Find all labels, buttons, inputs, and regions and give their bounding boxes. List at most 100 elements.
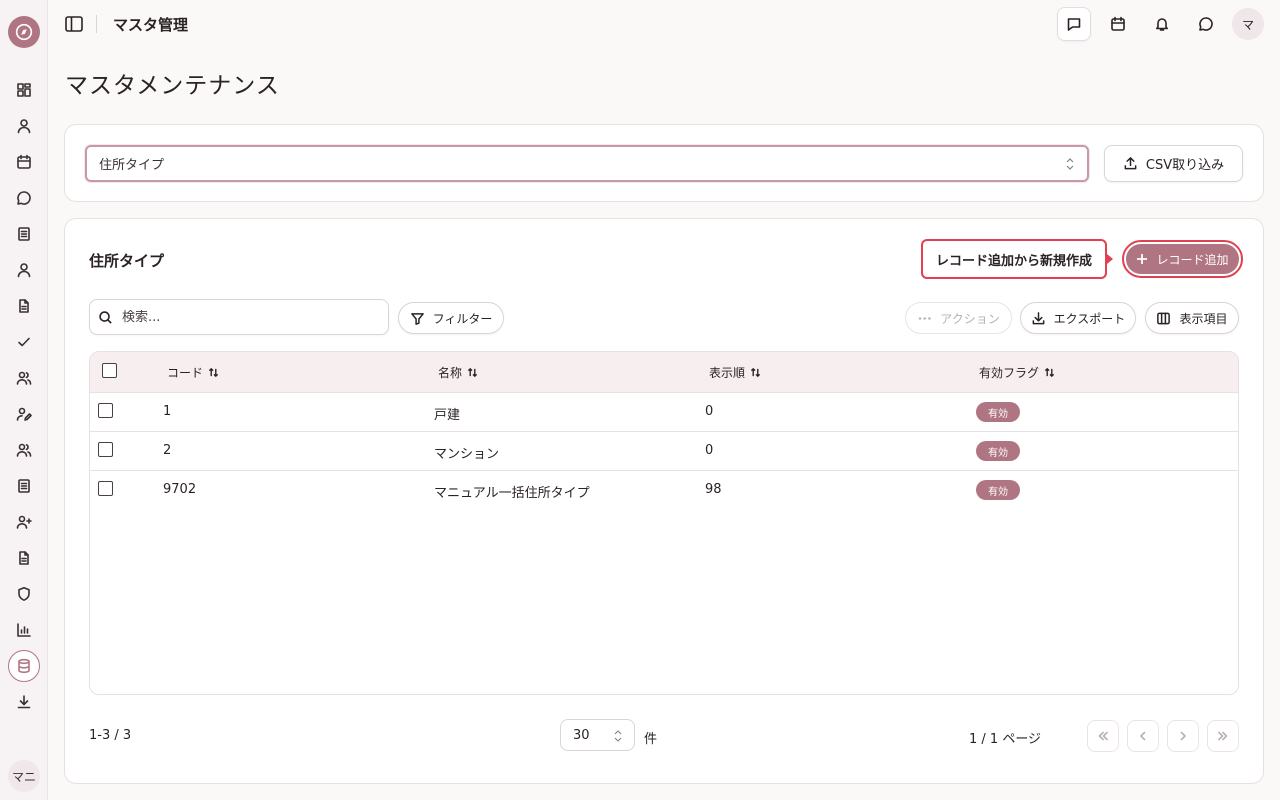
table-header: コード 名称 表示順 有効フラグ — [90, 352, 1238, 393]
download-icon — [1032, 311, 1045, 324]
cell-order: 98 — [705, 482, 722, 497]
sidebar: マニ — [0, 0, 48, 800]
file-icon[interactable] — [12, 546, 36, 570]
page-title: マスタメンテナンス — [65, 73, 280, 99]
sort-icon — [750, 367, 761, 378]
search-input[interactable] — [122, 309, 372, 325]
chat-icon[interactable] — [12, 186, 36, 210]
row-checkbox[interactable] — [98, 481, 113, 496]
prev-page-button[interactable] — [1127, 720, 1159, 752]
bell-icon[interactable] — [1145, 7, 1179, 41]
status-badge: 有効 — [976, 402, 1020, 422]
table-row[interactable]: 1 戸建 0 有効 — [90, 393, 1238, 432]
select-all-checkbox[interactable] — [102, 363, 117, 378]
page-size-value: 30 — [573, 727, 590, 743]
upload-icon — [1124, 157, 1137, 170]
action-button[interactable]: アクション — [905, 302, 1012, 334]
app-logo[interactable] — [8, 16, 40, 48]
download-icon[interactable] — [12, 690, 36, 714]
status-badge: 有効 — [976, 441, 1020, 461]
cell-name: マニュアル一括住所タイプ — [434, 486, 590, 501]
master-select-value: 住所タイプ — [99, 158, 165, 173]
table-row[interactable]: 2 マンション 0 有効 — [90, 432, 1238, 471]
database-icon[interactable] — [8, 650, 40, 682]
cell-order: 0 — [705, 404, 714, 419]
users-icon[interactable] — [12, 366, 36, 390]
export-button[interactable]: エクスポート — [1020, 302, 1136, 334]
chevron-left-icon — [1140, 731, 1146, 741]
page-size-unit: 件 — [644, 732, 658, 747]
filter-button[interactable]: フィルター — [398, 302, 504, 334]
column-header-code-label: コード — [167, 366, 204, 380]
header-divider — [96, 15, 97, 33]
top-header: マスタ管理 — [48, 0, 1280, 48]
cell-code: 2 — [163, 443, 172, 458]
add-record-button[interactable]: レコード追加 — [1122, 240, 1243, 278]
chevron-up-down-icon — [1066, 158, 1074, 170]
file-icon[interactable] — [12, 294, 36, 318]
status-badge: 有効 — [976, 480, 1020, 500]
user-icon[interactable] — [12, 258, 36, 282]
column-header-name-label: 名称 — [438, 366, 463, 380]
search-field[interactable] — [89, 299, 389, 335]
document-icon[interactable] — [12, 474, 36, 498]
record-count: 1-3 / 3 — [89, 728, 132, 743]
column-header-order[interactable]: 表示順 — [709, 364, 761, 381]
column-header-flag-label: 有効フラグ — [979, 366, 1040, 380]
avatar[interactable]: マ — [1232, 8, 1264, 40]
user-icon[interactable] — [12, 114, 36, 138]
users-icon[interactable] — [12, 438, 36, 462]
cell-code: 9702 — [163, 482, 197, 497]
plus-icon — [1137, 254, 1148, 264]
row-checkbox[interactable] — [98, 403, 113, 418]
column-header-name[interactable]: 名称 — [438, 364, 478, 381]
sidebar-toggle-icon[interactable] — [62, 12, 86, 36]
table-card: 住所タイプ レコード追加から新規作成 レコード追加 フィルター アクション エク… — [64, 218, 1264, 784]
data-table: コード 名称 表示順 有効フラグ 1 戸建 0 有効 2 マンション 0 有効 … — [89, 351, 1239, 695]
check-icon[interactable] — [12, 330, 36, 354]
chevron-up-down-icon — [614, 730, 622, 742]
chevrons-right-icon — [1218, 731, 1228, 741]
chat-icon[interactable] — [1189, 7, 1223, 41]
sort-icon — [1044, 367, 1055, 378]
search-icon — [99, 311, 112, 324]
last-page-button[interactable] — [1207, 720, 1239, 752]
table-row[interactable]: 9702 マニュアル一括住所タイプ 98 有効 — [90, 471, 1238, 510]
chevron-right-icon — [1180, 731, 1186, 741]
user-edit-icon[interactable] — [12, 402, 36, 426]
filter-label: フィルター — [432, 311, 493, 326]
sort-icon — [208, 367, 219, 378]
chart-icon[interactable] — [12, 618, 36, 642]
column-header-code[interactable]: コード — [167, 364, 219, 381]
column-header-order-label: 表示順 — [709, 366, 746, 380]
row-checkbox[interactable] — [98, 442, 113, 457]
sort-icon — [467, 367, 478, 378]
chevrons-left-icon — [1098, 731, 1108, 741]
shield-icon[interactable] — [12, 582, 36, 606]
column-header-flag[interactable]: 有効フラグ — [979, 364, 1055, 381]
document-icon[interactable] — [12, 222, 36, 246]
more-horizontal-icon — [918, 316, 932, 320]
calendar-icon[interactable] — [1101, 7, 1135, 41]
cell-name: 戸建 — [434, 408, 461, 423]
table-title: 住所タイプ — [89, 252, 165, 270]
columns-button[interactable]: 表示項目 — [1145, 302, 1239, 334]
master-select-card: 住所タイプ CSV取り込み — [64, 124, 1264, 202]
calendar-icon[interactable] — [12, 150, 36, 174]
add-record-tooltip: レコード追加から新規作成 — [921, 239, 1107, 279]
sidebar-user-avatar[interactable]: マニ — [8, 760, 40, 792]
cell-order: 0 — [705, 443, 714, 458]
csv-import-button[interactable]: CSV取り込み — [1104, 145, 1243, 182]
filter-icon — [410, 312, 424, 325]
dashboard-icon[interactable] — [12, 78, 36, 102]
first-page-button[interactable] — [1087, 720, 1119, 752]
action-label: アクション — [940, 311, 1000, 326]
csv-import-label: CSV取り込み — [1145, 158, 1225, 173]
message-square-icon[interactable] — [1057, 7, 1091, 41]
next-page-button[interactable] — [1167, 720, 1199, 752]
compass-icon — [15, 23, 33, 41]
user-add-icon[interactable] — [12, 510, 36, 534]
master-select[interactable]: 住所タイプ — [85, 145, 1089, 182]
add-record-label: レコード追加 — [1156, 252, 1229, 267]
page-size-select[interactable]: 30 — [560, 719, 635, 751]
